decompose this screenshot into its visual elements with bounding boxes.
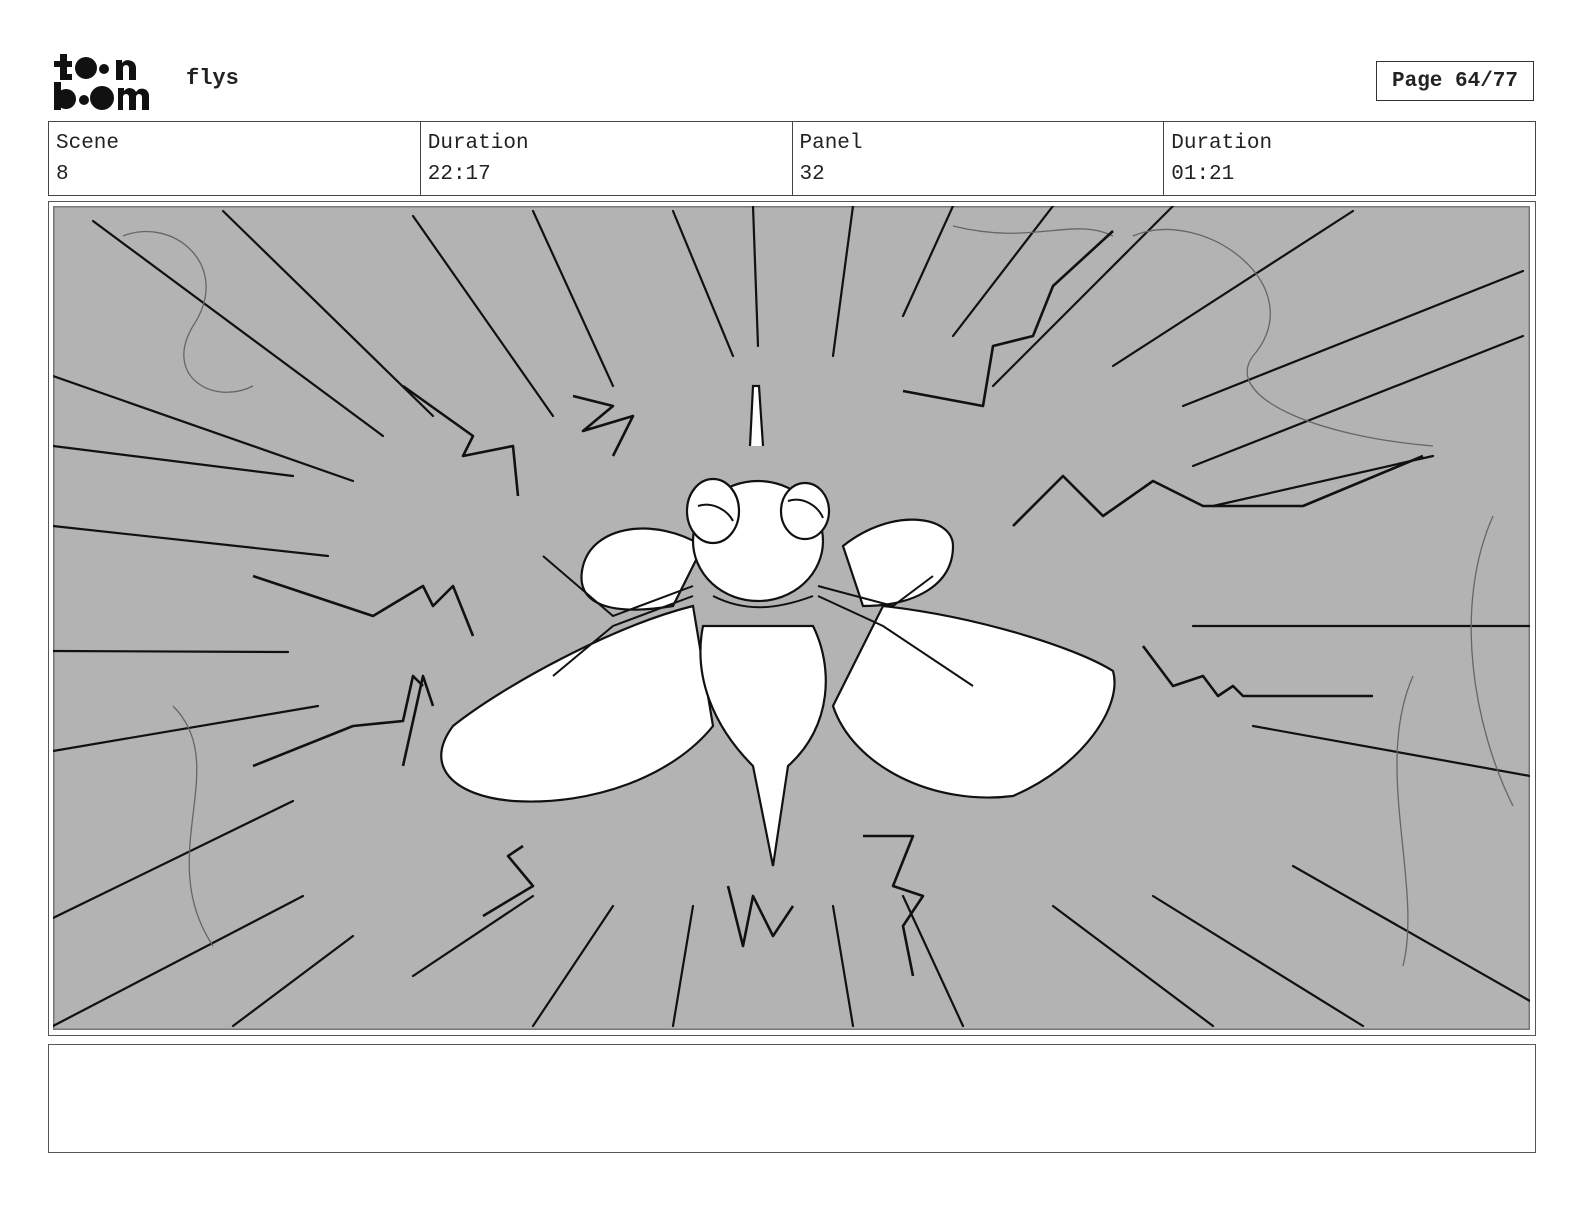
project-title: flys: [186, 66, 239, 91]
panel-value: 32: [799, 163, 825, 186]
page-label: Page 64/77: [1391, 69, 1519, 93]
panel-label: Panel: [799, 132, 863, 155]
scene-duration-cell: Duration 22:17: [421, 122, 793, 195]
storyboard-panel: [48, 201, 1536, 1036]
panel-cell: Panel 32: [793, 122, 1165, 195]
page-indicator: Page 64/77: [1376, 61, 1534, 101]
fly-sketch-illustration: [53, 206, 1530, 1030]
panel-notes-box: [48, 1044, 1536, 1153]
scene-duration-label: Duration: [427, 132, 529, 155]
scene-cell: Scene 8: [49, 122, 421, 195]
scene-label: Scene: [56, 132, 120, 155]
panel-duration-label: Duration: [1171, 132, 1273, 155]
panel-info-row: Scene 8 Duration 22:17 Panel 32 Duration…: [48, 121, 1536, 196]
scene-value: 8: [56, 163, 69, 186]
panel-duration-cell: Duration 01:21: [1164, 122, 1535, 195]
toonboom-logo: [54, 54, 150, 110]
scene-duration-value: 22:17: [427, 163, 491, 186]
panel-duration-value: 01:21: [1171, 163, 1235, 186]
